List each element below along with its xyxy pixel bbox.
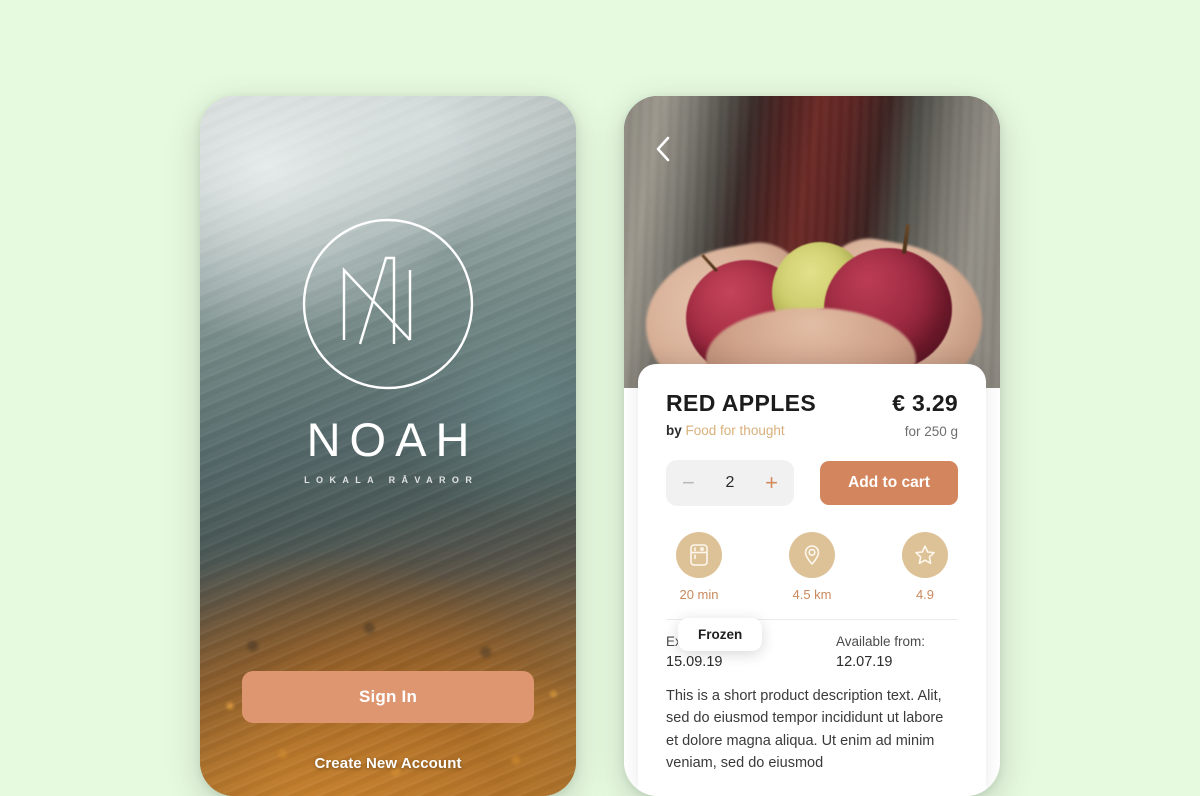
- purchase-row: − 2 + Add to cart: [666, 460, 958, 506]
- meta-label: 20 min: [679, 587, 719, 602]
- product-phone-frame: RED APPLES by Food for thought € 3.29 fo…: [624, 96, 1000, 796]
- quantity-value: 2: [725, 474, 735, 491]
- brand-logo-block: NOAH LOKALA RÅVAROR: [200, 214, 576, 485]
- star-icon: [915, 545, 935, 565]
- product-meta-row: 20 min 4.5 km 4.9: [666, 532, 958, 602]
- meta-icon-circle: [789, 532, 835, 578]
- product-dates-row: Expires: 15.09.19 Available from: 12.07.…: [666, 618, 958, 670]
- available-date-block: Available from: 12.07.19: [812, 634, 958, 670]
- meta-icon-circle: [902, 532, 948, 578]
- quantity-decrement-button[interactable]: −: [682, 472, 695, 494]
- meta-label: 4.9: [915, 587, 935, 602]
- product-price: € 3.29: [892, 390, 958, 416]
- login-content: NOAH LOKALA RÅVAROR Sign In Create New A…: [200, 96, 576, 796]
- product-description: This is a short product description text…: [666, 688, 944, 772]
- quantity-increment-button[interactable]: +: [765, 472, 778, 494]
- noah-monogram-icon: [302, 218, 474, 390]
- location-pin-icon: [804, 545, 820, 566]
- expiry-value: 15.09.19: [666, 654, 723, 670]
- fridge-icon: [690, 544, 708, 566]
- add-to-cart-button[interactable]: Add to cart: [820, 461, 958, 505]
- product-hero-image: [624, 96, 1000, 388]
- product-identity: RED APPLES by Food for thought: [666, 390, 816, 438]
- back-button[interactable]: [646, 132, 680, 166]
- product-header: RED APPLES by Food for thought € 3.29 fo…: [666, 390, 958, 439]
- brand-name: NOAH: [306, 413, 479, 466]
- price-block: € 3.29 for 250 g: [892, 390, 958, 439]
- vendor-link[interactable]: Food for thought: [686, 423, 785, 438]
- price-unit: for 250 g: [904, 424, 958, 439]
- frozen-tooltip: Frozen: [678, 618, 763, 651]
- product-screen: RED APPLES by Food for thought € 3.29 fo…: [624, 96, 1000, 796]
- product-title: RED APPLES: [666, 390, 817, 416]
- meta-label: 4.5 km: [792, 587, 832, 602]
- create-account-button[interactable]: Create New Account: [314, 755, 461, 772]
- meta-item-distance[interactable]: 4.5 km: [789, 532, 835, 602]
- meta-item-rating[interactable]: 4.9: [902, 532, 948, 602]
- product-detail-card: RED APPLES by Food for thought € 3.29 fo…: [638, 364, 986, 796]
- available-value: 12.07.19: [836, 654, 893, 670]
- meta-item-delivery-time[interactable]: 20 min: [676, 532, 722, 602]
- quantity-stepper: − 2 +: [666, 460, 794, 506]
- available-label: Available from:: [836, 634, 926, 649]
- chevron-left-icon: [656, 136, 670, 162]
- sign-in-button[interactable]: Sign In: [242, 671, 534, 723]
- brand-tagline: LOKALA RÅVAROR: [304, 475, 479, 485]
- by-prefix: by: [666, 423, 682, 439]
- product-byline: by Food for thought: [666, 423, 816, 438]
- meta-icon-circle: [676, 532, 722, 578]
- login-actions: Sign In Create New Account: [242, 671, 534, 772]
- login-phone-frame: NOAH LOKALA RÅVAROR Sign In Create New A…: [200, 96, 576, 796]
